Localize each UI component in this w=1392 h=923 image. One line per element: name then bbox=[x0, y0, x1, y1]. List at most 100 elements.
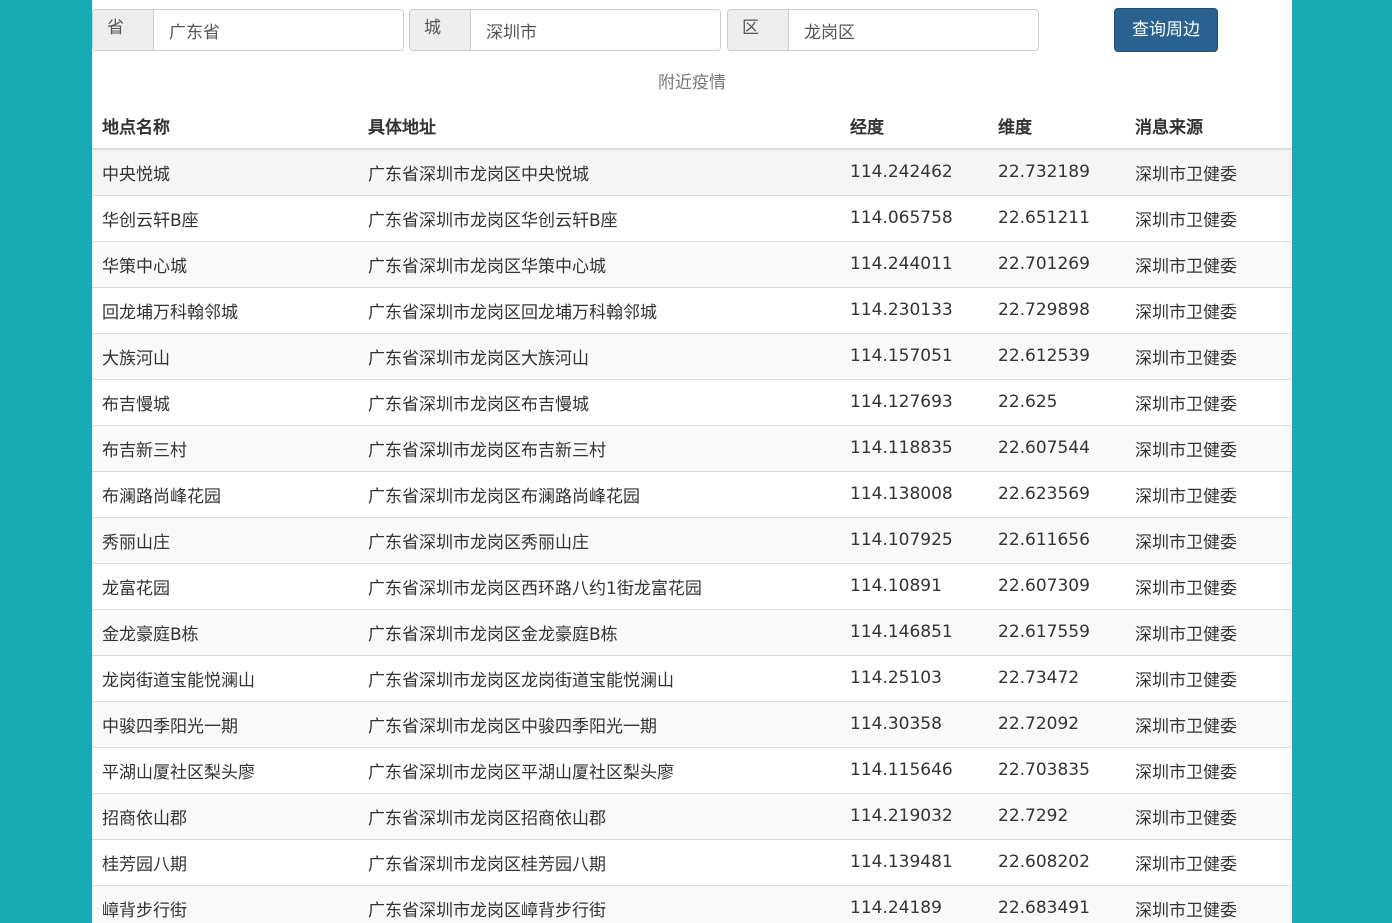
cell-address: 广东省深圳市龙岗区布澜路尚峰花园 bbox=[358, 470, 840, 517]
cell-address: 广东省深圳市龙岗区华创云轩B座 bbox=[358, 194, 840, 241]
table-row[interactable]: 招商依山郡 广东省深圳市龙岗区招商依山郡 114.219032 22.7292 深圳市卫… bbox=[92, 792, 1292, 839]
table-row[interactable]: 桂芳园八期 广东省深圳市龙岗区桂芳园八期 114.139481 22.608202 深圳… bbox=[92, 838, 1292, 885]
cell-source: 深圳市卫健委 bbox=[1125, 194, 1292, 241]
cell-address: 广东省深圳市龙岗区华策中心城 bbox=[358, 240, 840, 287]
cell-longitude: 114.230133 bbox=[840, 286, 988, 333]
cell-location-name: 中骏四季阳光一期 bbox=[92, 700, 358, 747]
cell-location-name: 平湖山厦社区梨头廖 bbox=[92, 746, 358, 793]
table-header-row: 地点名称 具体地址 经度 维度 消息来源 bbox=[92, 103, 1292, 150]
city-label-text: 城市: bbox=[424, 18, 441, 38]
cell-address: 广东省深圳市龙岗区中央悦城 bbox=[368, 164, 589, 185]
table-row[interactable]: 秀丽山庄 广东省深圳市龙岗区秀丽山庄 114.107925 22.611656 深圳市卫… bbox=[92, 516, 1292, 563]
cell-source: 深圳市卫健委 bbox=[1125, 240, 1292, 287]
cell-location-name: 大族河山 bbox=[92, 332, 358, 379]
cell-address: 广东省深圳市龙岗区布吉慢城 bbox=[358, 378, 840, 425]
cell-location-name: 桂芳园八期 bbox=[92, 838, 358, 885]
table-row[interactable]: 布吉新三村 广东省深圳市龙岗区布吉新三村 114.118835 22.607544 深圳… bbox=[92, 424, 1292, 471]
header-location-name[interactable]: 地点名称 bbox=[92, 103, 358, 150]
cell-longitude: 114.118835 bbox=[840, 424, 988, 471]
cell-location-name: 布吉慢城 bbox=[92, 378, 358, 425]
province-input-group: 省份: bbox=[92, 9, 404, 51]
header-latitude[interactable]: 维度 bbox=[988, 103, 1125, 150]
cell-longitude: 114.30358 bbox=[840, 700, 988, 747]
table-row[interactable]: 大族河山 广东省深圳市龙岗区大族河山 114.157051 22.612539 深圳市卫… bbox=[92, 332, 1292, 379]
city-input[interactable] bbox=[471, 10, 720, 50]
cell-address: 广东省深圳市龙岗区秀丽山庄 bbox=[358, 516, 840, 563]
header-longitude[interactable]: 经度 bbox=[840, 103, 988, 150]
table-row[interactable]: 回龙埔万科翰邻城 广东省深圳市龙岗区回龙埔万科翰邻城 114.230133 22.72… bbox=[92, 286, 1292, 333]
header-source[interactable]: 消息来源 bbox=[1125, 103, 1292, 150]
cell-latitude: 22.607309 bbox=[988, 562, 1125, 609]
cell-location-name: 龙岗街道宝能悦澜山 bbox=[92, 654, 358, 701]
cell-location-name: 布澜路尚峰花园 bbox=[92, 470, 358, 517]
table-row[interactable]: 中骏四季阳光一期 广东省深圳市龙岗区中骏四季阳光一期 114.30358 22.720… bbox=[92, 700, 1292, 747]
cell-address: 广东省深圳市龙岗区布吉新三村 bbox=[358, 424, 840, 471]
cell-source: 深圳市卫健委 bbox=[1125, 746, 1292, 793]
table-row[interactable]: 华创云轩B座 广东省深圳市龙岗区华创云轩B座 114.065758 22.651211… bbox=[92, 194, 1292, 241]
cell-address: 广东省深圳市龙岗区龙岗街道宝能悦澜山 bbox=[358, 654, 840, 701]
cell-address: 广东省深圳市龙岗区中骏四季阳光一期 bbox=[358, 700, 840, 747]
cell-longitude: 114.138008 bbox=[840, 470, 988, 517]
province-input[interactable] bbox=[154, 10, 403, 50]
cell-location-name: 招商依山郡 bbox=[92, 792, 358, 839]
cell-source: 深圳市卫健委 bbox=[1125, 424, 1292, 471]
cell-address: 广东省深圳市龙岗区嶂背步行街 bbox=[358, 884, 840, 923]
cell-location-name: 中央悦城 bbox=[102, 164, 170, 185]
cell-address: 广东省深圳市龙岗区大族河山 bbox=[358, 332, 840, 379]
table-row[interactable]: 布澜路尚峰花园 广东省深圳市龙岗区布澜路尚峰花园 114.138008 22.6235… bbox=[92, 470, 1292, 517]
cell-location-name: 金龙豪庭B栋 bbox=[92, 608, 358, 655]
cell-longitude: 114.10891 bbox=[840, 562, 988, 609]
cell-source: 深圳市卫健委 bbox=[1125, 838, 1292, 885]
cell-source: 深圳市卫健委 bbox=[1125, 286, 1292, 333]
table-row[interactable]: 嶂背步行街 广东省深圳市龙岗区嶂背步行街 114.24189 22.683491 深圳市… bbox=[92, 884, 1292, 923]
cell-latitude: 22.608202 bbox=[988, 838, 1125, 885]
table-row[interactable]: 金龙豪庭B栋 广东省深圳市龙岗区金龙豪庭B栋 114.146851 22.617559… bbox=[92, 608, 1292, 655]
cell-latitude: 22.617559 bbox=[988, 608, 1125, 655]
province-label-text: 省份: bbox=[107, 18, 124, 38]
cell-latitude: 22.7292 bbox=[988, 792, 1125, 839]
cell-latitude: 22.611656 bbox=[988, 516, 1125, 563]
cell-source: 深圳市卫健委 bbox=[1125, 378, 1292, 425]
table-row[interactable]: 平湖山厦社区梨头廖 广东省深圳市龙岗区平湖山厦社区梨头廖 114.115646 22.… bbox=[92, 746, 1292, 793]
cell-longitude: 114.115646 bbox=[840, 746, 988, 793]
cell-longitude: 114.065758 bbox=[840, 194, 988, 241]
cell-longitude: 114.157051 bbox=[840, 332, 988, 379]
cell-source: 深圳市卫健委 bbox=[1125, 700, 1292, 747]
cell-location-name: 龙富花园 bbox=[92, 562, 358, 609]
table-row[interactable]: 布吉慢城 广东省深圳市龙岗区布吉慢城 114.127693 22.625 深圳市卫健委 bbox=[92, 378, 1292, 425]
table-row[interactable]: 龙富花园 广东省深圳市龙岗区西环路八约1街龙富花园 114.10891 22.6073… bbox=[92, 562, 1292, 609]
cell-source: 深圳市卫健委 bbox=[1125, 792, 1292, 839]
table-row[interactable]: 龙岗街道宝能悦澜山 广东省深圳市龙岗区龙岗街道宝能悦澜山 114.25103 22.7… bbox=[92, 654, 1292, 701]
province-label: 省份: bbox=[93, 10, 154, 50]
cell-longitude: 114.107925 bbox=[840, 516, 988, 563]
district-label: 区县: bbox=[728, 10, 789, 50]
cell-latitude: 22.607544 bbox=[988, 424, 1125, 471]
cell-source: 深圳市卫健委 bbox=[1125, 562, 1292, 609]
cell-address: 广东省深圳市龙岗区金龙豪庭B栋 bbox=[358, 608, 840, 655]
cell-latitude: 22.729898 bbox=[988, 286, 1125, 333]
district-input[interactable] bbox=[789, 10, 1038, 50]
query-nearby-button[interactable]: 查询周边 bbox=[1114, 8, 1218, 52]
cell-address: 广东省深圳市龙岗区桂芳园八期 bbox=[358, 838, 840, 885]
cell-location-name: 嶂背步行街 bbox=[92, 884, 358, 923]
cell-source: 深圳市卫健委 bbox=[1125, 884, 1292, 923]
table-row[interactable]: 中央悦城 广东省深圳市龙岗区中央悦城 114.242462 22.732189 深圳市卫… bbox=[92, 149, 1292, 195]
cell-longitude: 114.24189 bbox=[840, 884, 988, 923]
cell-latitude: 22.732189 bbox=[998, 162, 1090, 183]
cell-location-name: 布吉新三村 bbox=[92, 424, 358, 471]
cell-longitude: 114.127693 bbox=[840, 378, 988, 425]
cell-location-name: 华策中心城 bbox=[92, 240, 358, 287]
cell-longitude: 114.139481 bbox=[840, 838, 988, 885]
header-address[interactable]: 具体地址 bbox=[358, 103, 840, 150]
cell-source: 深圳市卫健委 bbox=[1125, 516, 1292, 563]
city-label: 城市: bbox=[410, 10, 471, 50]
table-body: 中央悦城 广东省深圳市龙岗区中央悦城 114.242462 22.732189 深圳市卫… bbox=[92, 149, 1292, 923]
table-row[interactable]: 华策中心城 广东省深圳市龙岗区华策中心城 114.244011 22.701269 深圳… bbox=[92, 240, 1292, 287]
cell-source: 深圳市卫健委 bbox=[1135, 164, 1237, 185]
cell-source: 深圳市卫健委 bbox=[1125, 608, 1292, 655]
cell-longitude: 114.244011 bbox=[840, 240, 988, 287]
table-caption: 附近疫情 bbox=[658, 73, 726, 93]
cell-latitude: 22.625 bbox=[988, 378, 1125, 425]
cell-address: 广东省深圳市龙岗区回龙埔万科翰邻城 bbox=[358, 286, 840, 333]
city-input-group: 城市: bbox=[409, 9, 721, 51]
